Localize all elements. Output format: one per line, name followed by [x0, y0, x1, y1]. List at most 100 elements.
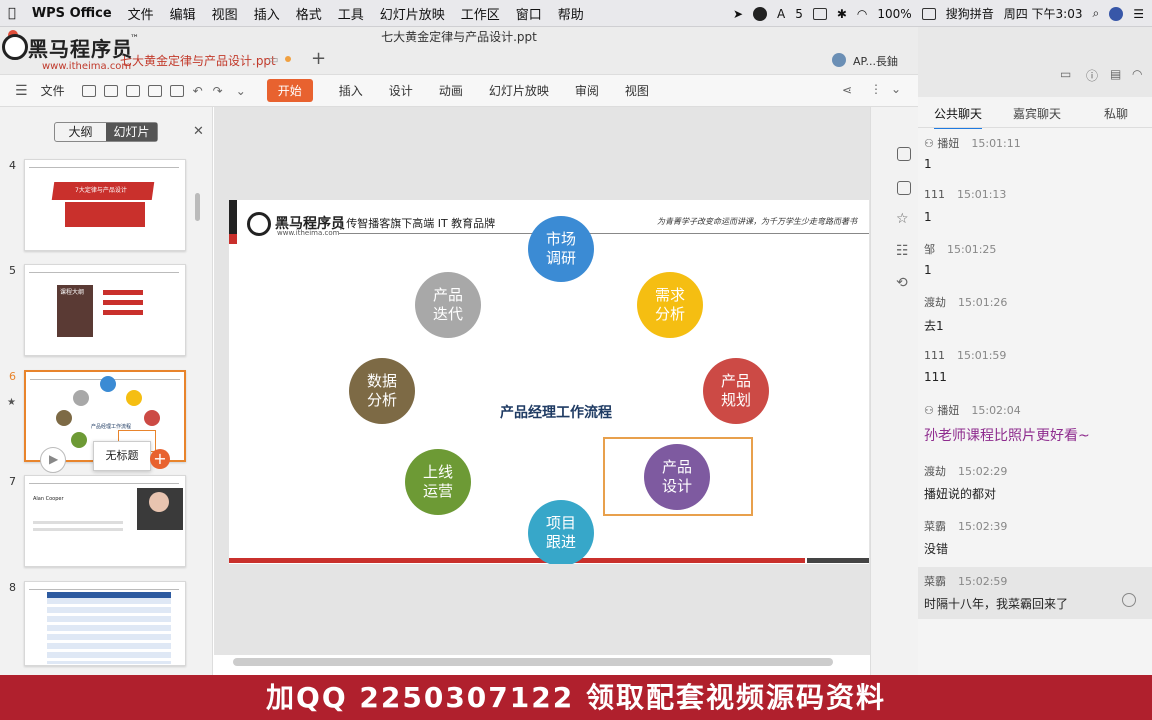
- user-avatar[interactable]: [832, 53, 846, 67]
- tab-guest-chat[interactable]: 嘉宾聊天: [1013, 105, 1061, 122]
- add-slide-button[interactable]: +: [150, 449, 170, 469]
- clock[interactable]: 周四 下午3:03: [1004, 5, 1083, 22]
- redo-icon[interactable]: ↷: [213, 84, 223, 98]
- settings-icon[interactable]: ☷: [896, 243, 909, 259]
- tab-public-chat[interactable]: 公共聊天: [934, 105, 983, 129]
- delete-icon[interactable]: [1122, 593, 1136, 607]
- mac-menubar:  WPS Office 文件 编辑 视图 插入 格式 工具 幻灯片放映 工作区…: [0, 0, 1152, 27]
- horizontal-scrollbar[interactable]: [233, 658, 833, 666]
- menu-file[interactable]: 文件: [120, 4, 162, 23]
- bluetooth-icon[interactable]: ✱: [837, 7, 847, 21]
- thumb-face: [149, 492, 169, 512]
- chat-msg-header: 渡劫 15:02:29: [924, 463, 1007, 479]
- play-slide-button[interactable]: ▶: [40, 447, 66, 473]
- info-icon[interactable]: ⓘ: [1086, 67, 1098, 84]
- node-market-research[interactable]: 市场 调研: [528, 216, 594, 282]
- slide-thumbnail-8[interactable]: [24, 581, 186, 666]
- chat-time: 15:01:25: [947, 243, 997, 256]
- share-icon[interactable]: ⋖: [842, 83, 852, 97]
- menu-view[interactable]: 视图: [204, 4, 246, 23]
- chat-msg-text: 去1: [924, 319, 944, 333]
- menu-tools[interactable]: 工具: [330, 4, 372, 23]
- tab-animation[interactable]: 动画: [439, 82, 463, 99]
- cloud-icon[interactable]: ▭: [268, 53, 278, 66]
- slide-canvas[interactable]: 黑马程序员 www.itheima.com | 传智播客旗下高端 IT 教育品牌…: [229, 200, 869, 564]
- user-name[interactable]: AP...長鈾: [853, 53, 898, 69]
- apple-icon[interactable]: : [0, 6, 24, 21]
- slide-center-title[interactable]: 产品经理工作流程: [500, 402, 612, 422]
- thumb-red-block: [65, 202, 145, 227]
- app-menu[interactable]: WPS Office: [24, 6, 120, 21]
- chat-user: 播妞: [937, 137, 960, 150]
- node-launch-operation[interactable]: 上线 运营: [405, 449, 471, 515]
- chat-topbar: ▭ ⓘ ▤ ◠: [918, 27, 1152, 97]
- menu-window[interactable]: 窗口: [508, 4, 550, 23]
- menu-list-icon[interactable]: ☰: [1133, 7, 1144, 21]
- menu-workspace[interactable]: 工作区: [453, 4, 508, 23]
- chat-msg-header: 邹 15:01:25: [924, 241, 996, 257]
- node-product-iteration[interactable]: 产品 迭代: [415, 272, 481, 338]
- node-data-analysis[interactable]: 数据 分析: [349, 358, 415, 424]
- chat-time: 15:01:26: [958, 296, 1008, 309]
- tab-insert[interactable]: 插入: [339, 82, 363, 99]
- file-menu[interactable]: 文件: [41, 82, 65, 99]
- dropdown-icon[interactable]: ⌄: [236, 84, 246, 98]
- animation-icon[interactable]: ☆: [896, 211, 909, 227]
- stats-icon[interactable]: ▤: [1110, 67, 1121, 81]
- screen-icon[interactable]: [812, 7, 827, 20]
- menu-slideshow[interactable]: 幻灯片放映: [372, 4, 453, 23]
- tab-home[interactable]: 开始: [266, 79, 313, 102]
- side-toolbar: ☆ ☷ ⟲: [870, 107, 918, 675]
- thumb-node: [56, 410, 72, 426]
- history-icon[interactable]: ⟲: [896, 275, 908, 291]
- new-tab-button[interactable]: +: [311, 48, 326, 69]
- print-icon[interactable]: [147, 84, 162, 97]
- itheima-watermark: 黑马程序员 ™ www.itheima.com: [0, 30, 140, 78]
- menu-edit[interactable]: 编辑: [162, 4, 204, 23]
- slide-thumbnail-5[interactable]: 课程大纲: [24, 264, 186, 356]
- pane-scrollbar[interactable]: [195, 193, 200, 221]
- slides-tab[interactable]: 幻灯片: [106, 123, 157, 141]
- node-project-follow[interactable]: 项目 跟进: [528, 500, 594, 564]
- preview-icon[interactable]: [169, 84, 184, 97]
- person-icon: ⚇: [924, 404, 938, 417]
- wifi-icon[interactable]: ◠: [857, 7, 867, 21]
- search-icon[interactable]: ⌕: [1093, 6, 1100, 21]
- outline-tab[interactable]: 大纲: [55, 123, 106, 141]
- menu-format[interactable]: 格式: [288, 4, 330, 23]
- selection-box[interactable]: [603, 437, 753, 516]
- screen-share-icon[interactable]: ▭: [1060, 67, 1071, 81]
- open-icon[interactable]: [81, 84, 96, 97]
- format-icon[interactable]: [897, 147, 911, 161]
- chat-user: 渡劫: [924, 296, 946, 309]
- close-pane-icon[interactable]: ✕: [193, 124, 204, 139]
- tab-review[interactable]: 审阅: [575, 82, 599, 99]
- tab-private-chat[interactable]: 私聊: [1104, 105, 1128, 122]
- more-icon[interactable]: ⋮: [870, 82, 882, 96]
- tab-view[interactable]: 视图: [625, 82, 649, 99]
- slide-thumbnail-7[interactable]: Alan Cooper: [24, 475, 186, 567]
- undo-icon[interactable]: ↶: [193, 84, 203, 98]
- location-icon[interactable]: ➤: [733, 7, 743, 21]
- user-icon[interactable]: [1109, 6, 1124, 21]
- menu-help[interactable]: 帮助: [550, 4, 592, 23]
- app-status-icon[interactable]: [753, 6, 767, 21]
- node-product-planning[interactable]: 产品 规划: [703, 358, 769, 424]
- collapse-ribbon-icon[interactable]: ⌄: [891, 82, 901, 96]
- tab-design[interactable]: 设计: [389, 82, 413, 99]
- save-icon[interactable]: [103, 84, 118, 97]
- adobe-icon[interactable]: A: [777, 7, 785, 21]
- input-method[interactable]: 搜狗拼音: [946, 5, 994, 22]
- tab-slideshow[interactable]: 幻灯片放映: [489, 82, 549, 99]
- slide-tooltip: 无标题: [93, 441, 151, 471]
- layers-icon[interactable]: [897, 181, 911, 195]
- wifi-signal-icon[interactable]: ◠: [1132, 67, 1142, 81]
- export-icon[interactable]: [125, 84, 140, 97]
- menu-insert[interactable]: 插入: [246, 4, 288, 23]
- document-tab[interactable]: 七大黄金定律与产品设计.ppt: [120, 49, 290, 73]
- node-requirement-analysis[interactable]: 需求 分析: [637, 272, 703, 338]
- slide-brand-url: www.itheima.com: [277, 229, 340, 237]
- slide-thumbnail-4[interactable]: 7大定律与产品设计: [24, 159, 186, 251]
- battery-icon[interactable]: [921, 7, 936, 20]
- hamburger-icon[interactable]: ☰: [15, 83, 28, 99]
